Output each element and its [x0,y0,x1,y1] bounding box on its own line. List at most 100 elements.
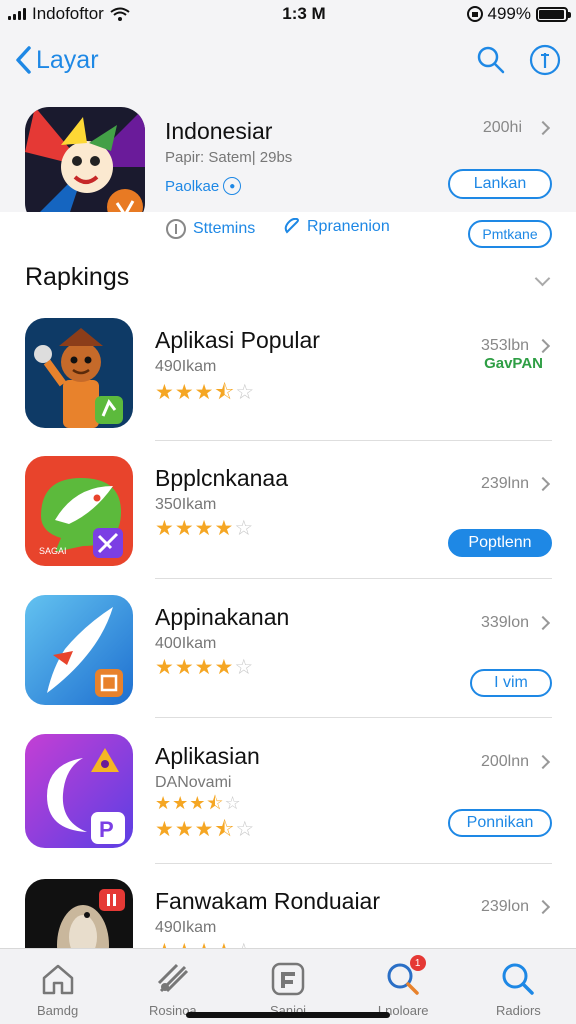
app-subtitle: 400Ikam [155,635,217,652]
star-icon: ★ [214,940,234,948]
app-size: 353lbn [480,337,529,354]
app-size: 239lnn [480,475,529,492]
home-indicator [186,1012,390,1018]
star-icon: ★ [174,381,195,404]
featured-app-name: Indonesiar [165,118,273,144]
star-icon: ★ [194,818,215,841]
star-icon: ☆ [224,793,242,813]
star-icon: ★ [194,381,215,404]
chevron-left-icon [16,46,31,74]
star-icon: ★ [174,656,195,679]
divider [155,578,552,579]
star-icon: ★ [175,940,195,948]
search-icon[interactable] [474,43,508,77]
star-icon: ☆ [235,818,256,841]
rating-stars: ★★★★☆ [155,939,254,948]
battery-percent: 499% [487,4,531,23]
star-icon: ★ [155,517,175,540]
chat-bubble-icon: SAGAI [25,456,133,566]
featured-secondary-button[interactable]: Pmtkane [468,220,552,248]
star-icon: ★ [155,656,175,679]
star-icon: ★ [174,517,195,540]
star-icon: ★ [194,656,215,679]
app-title: Fanwakam Ronduaiar [155,888,381,914]
list-item[interactable]: P Aplikasian DANovami ★★★⯪☆ ★★★⯪☆ 200lnn… [0,719,576,864]
info-icon[interactable] [528,43,562,77]
status-right: 499% [428,4,571,24]
back-label: Layar [36,45,99,74]
star-icon: ⯪ [206,793,225,813]
chevron-right-icon [535,338,551,354]
nav-bar: Layar [0,28,576,92]
list-item[interactable]: Fanwakam Ronduaiar 490Ikam ★★★★☆ 239lon [0,864,576,948]
list-item[interactable]: Aplikasi Popular 490Ikam ★★★⯪☆ 353lbn Ga… [0,303,576,441]
app-size: 339lon [480,614,529,631]
wifi-icon [110,7,130,21]
signal-icon [8,8,26,20]
status-time: 1:3 M [282,4,326,23]
status-bar: Indofoftor 1:3 M 499% [0,0,576,28]
star-icon: ★ [214,656,235,679]
jester-character-icon [25,107,145,227]
info-small-icon: ● [223,177,242,195]
info-circle-icon [166,219,186,239]
app-action-button[interactable]: I vim [470,669,552,697]
star-icon: ★ [172,793,190,813]
list-item[interactable]: SAGAI Bpplcnkanaa 350Ikam ★★★★☆ 239lnn P… [0,441,576,579]
chevron-right-icon [535,476,551,492]
battery-fill [539,9,564,19]
divider [155,717,552,718]
star-icon: ★ [194,517,215,540]
star-icon: ★ [174,818,195,841]
rating-stars: ★★★★☆ [155,516,254,541]
featured-info-row: Sttemins Rpranenion Pmtkane [0,212,576,252]
star-icon: ★ [214,517,235,540]
back-button[interactable]: Layar [14,45,99,75]
rating-stars: ★★★⯪☆ [155,815,255,850]
list-item[interactable]: Appinakanan 400Ikam ★★★★☆ 339lon I vim [0,580,576,718]
app-subtitle: 350Ikam [155,496,217,513]
chevron-right-icon [535,615,551,631]
app-title: Aplikasian [155,743,260,769]
app-subtitle: 490Ikam [155,919,217,936]
star-icon: ★ [155,793,173,813]
chevron-right-icon [535,120,551,136]
tab-search[interactable]: Radiors [461,949,576,1024]
app-title: Bpplcnkanaa [155,465,288,491]
app-action-button[interactable]: Poptlenn [448,529,552,557]
chevron-right-icon [535,899,551,915]
apps-icon [268,959,308,999]
star-icon: ★ [195,940,215,948]
tab-home[interactable]: Bamdg [0,949,115,1024]
featured-get-button[interactable]: Lankan [448,169,552,199]
svg-text:SAGAI: SAGAI [39,546,67,556]
app-status-label: GavPAN [484,355,543,372]
chevron-right-icon [535,754,551,770]
notification-badge: 1 [409,955,426,971]
tab-label: Radiors [496,1003,541,1018]
info-link-left[interactable]: Sttemins [165,218,255,240]
star-icon: ☆ [234,656,255,679]
app-action-button[interactable]: Ponnikan [448,809,552,837]
star-icon: ⯪ [214,818,236,841]
rotation-lock-icon [466,6,483,22]
star-icon: ★ [189,793,207,813]
app-size: 239lon [480,898,529,915]
app-title: Aplikasi Popular [155,327,320,353]
app-size: 200lnn [480,753,529,770]
tools-icon [153,959,193,999]
compass-needle-icon [25,595,133,705]
info-link-mid[interactable]: Rpranenion [283,218,390,236]
home-icon [38,959,78,999]
app-subtitle: 490Ikam [155,358,217,375]
carrier-label: Indofoftor [32,4,104,23]
featured-tag[interactable]: Paolkae ● [165,177,242,195]
app-subtitle: DANovami [155,774,232,791]
info-link-left-label: Sttemins [193,220,256,237]
tab-label: Bamdg [37,1003,79,1018]
app-title: Appinakanan [155,604,290,630]
chevron-down-icon[interactable] [534,270,551,287]
search-icon [498,959,538,999]
star-icon: ☆ [234,517,255,540]
featured-app-subtitle: Papir: Satem| 29bs [165,149,293,166]
